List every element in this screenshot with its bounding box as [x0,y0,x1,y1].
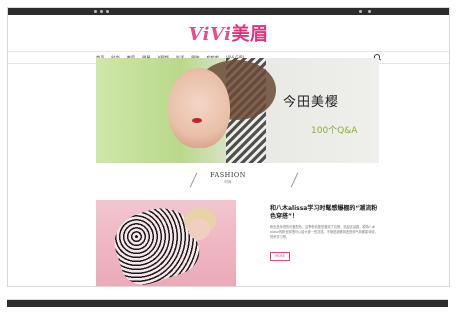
second-page-frame [7,299,448,330]
qq-icon[interactable] [106,10,109,13]
section-slash-right [290,172,299,188]
article-body: 粉色是永恒的可爱配色，这季粉色更是潮流了百搭。说起这话题，模特八木alissa的… [270,225,378,239]
article-image-face [188,218,210,240]
hero-lips [192,118,202,123]
register-icon[interactable] [368,10,371,13]
browser-page: ViVi美眉 首页 时尚 美容 明星 V视频 生活 图鉴 哔哔哔 ViVi GI… [7,7,450,287]
hero-name: 今田美樱 [283,95,340,110]
wechat-icon[interactable] [100,10,103,13]
second-page-top-bar [7,300,448,307]
article-title[interactable]: 和八木alissa学习时髦感爆棚的“潮流粉色穿搭”！ [270,205,380,221]
hero-face-image [168,68,230,148]
article-image[interactable] [96,200,236,286]
read-more-button[interactable]: MORE [270,252,290,261]
site-logo[interactable]: ViVi美眉 [8,23,449,47]
section-subtitle: 时尚 [224,180,232,184]
login-icon[interactable] [359,10,362,13]
top-bar [8,8,449,15]
section-title: FASHION [210,171,246,179]
hero-banner[interactable]: 今田美樱 100个Q&A [96,58,379,163]
weibo-icon[interactable] [94,10,97,13]
section-header: FASHION 时尚 [8,168,449,193]
top-bar-right [359,10,441,13]
logo-vivi: ViVi [188,24,232,45]
logo-cn: 美眉 [231,24,269,45]
hero-subtitle: 100个Q&A [311,126,358,136]
section-slash-left [189,172,198,188]
top-bar-left [94,10,109,13]
